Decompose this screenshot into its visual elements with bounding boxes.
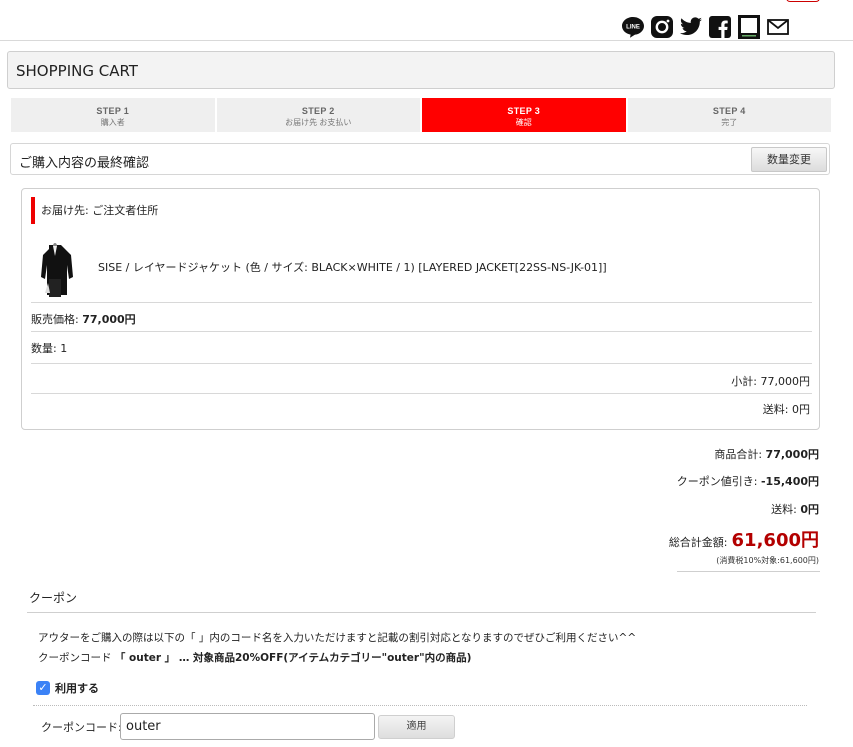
final-confirmation-bar: ご購入内容の最終確認 数量変更 <box>10 143 830 175</box>
apply-coupon-button[interactable]: 適用 <box>378 715 455 739</box>
instagram-icon[interactable] <box>649 14 675 40</box>
divider <box>31 331 812 332</box>
items-total: 商品合計: 77,000円 <box>714 446 819 462</box>
coupon-discount-label: クーポン値引き: <box>676 475 761 488</box>
step-label: 確認 <box>515 118 532 127</box>
social-links: LINE <box>620 14 791 40</box>
step-label: 購入者 <box>100 118 125 127</box>
svg-text:LINE: LINE <box>626 25 640 31</box>
divider <box>27 612 816 613</box>
mail-icon[interactable] <box>765 14 791 40</box>
step-number: STEP 1 <box>96 106 130 116</box>
order-details: お届け先: ご注文者住所 SISE / レイヤードジャケット (色 / サイズ:… <box>21 188 820 430</box>
section-title: ご購入内容の最終確認 <box>19 156 150 171</box>
checkout-steps: STEP 1 購入者 STEP 2 お届け先 お支払い STEP 3 確認 ST… <box>11 98 831 132</box>
step-label: 完了 <box>721 118 738 127</box>
quantity-row: 数量: 1 <box>31 342 68 355</box>
divider <box>677 571 820 572</box>
top-bar: LINE <box>0 0 853 41</box>
coupon-discount: クーポン値引き: -15,400円 <box>677 473 819 489</box>
divider <box>31 393 812 394</box>
step-4: STEP 4 完了 <box>627 98 831 132</box>
grand-total-label: 総合計金額: <box>668 536 728 549</box>
coupon-code-label: クーポンコード: <box>41 721 122 734</box>
total-shipping: 送料: 0円 <box>771 501 819 517</box>
delivery-destination: お届け先: ご注文者住所 <box>31 197 158 224</box>
coupon-description: アウターをご購入の際は以下の「 」内のコード名を入力いただけますと記載の割引対応… <box>38 628 636 668</box>
step-number: STEP 3 <box>507 106 541 116</box>
blog-icon[interactable] <box>736 14 762 40</box>
use-coupon-checkbox[interactable]: ✓ <box>36 681 50 695</box>
subtotal: 小計: 77,000円 <box>731 375 810 388</box>
use-coupon-label: 利用する <box>55 682 99 695</box>
shopping-cart-header: SHOPPING CART <box>7 51 835 89</box>
grand-total-value: 61,600円 <box>731 530 819 551</box>
dotted-divider <box>33 705 807 706</box>
use-coupon-row: ✓ 利用する <box>36 680 99 696</box>
price-value: 77,000円 <box>82 313 136 326</box>
twitter-icon[interactable] <box>678 14 704 40</box>
step-number: STEP 2 <box>301 106 335 116</box>
divider <box>31 302 812 303</box>
divider <box>31 363 812 364</box>
grand-total: 総合計金額: 61,600円 <box>669 526 819 552</box>
items-total-value: 77,000円 <box>765 448 819 461</box>
price-row: 販売価格: 77,000円 <box>31 311 136 327</box>
price-label: 販売価格: <box>31 313 83 326</box>
product-name: SISE / レイヤードジャケット (色 / サイズ: BLACK×WHITE … <box>98 261 607 274</box>
items-total-label: 商品合計: <box>714 448 766 461</box>
tax-note: (消費税10%対象:61,600円) <box>716 556 819 565</box>
facebook-icon[interactable] <box>707 14 733 40</box>
step-label: お届け先 お支払い <box>285 118 352 127</box>
step-number: STEP 4 <box>712 106 746 116</box>
step-2: STEP 2 お届け先 お支払い <box>216 98 420 132</box>
step-3: STEP 3 確認 <box>422 98 626 132</box>
coupon-code-input[interactable]: outer <box>120 713 375 740</box>
page-title: SHOPPING CART <box>16 62 138 80</box>
shipping-fee: 送料: 0円 <box>762 403 810 416</box>
coupon-discount-value: -15,400円 <box>760 475 819 488</box>
header-tab-corner[interactable] <box>786 0 820 2</box>
product-row: SISE / レイヤードジャケット (色 / サイズ: BLACK×WHITE … <box>31 239 811 297</box>
change-quantity-button[interactable]: 数量変更 <box>751 147 827 172</box>
coupon-code-line: クーポンコード 「 outer 」 … 対象商品20%OFF(アイテムカテゴリー… <box>38 648 636 668</box>
product-thumbnail[interactable] <box>35 239 75 297</box>
total-shipping-label: 送料: <box>771 503 801 516</box>
coupon-section-title: クーポン <box>29 591 78 605</box>
coupon-code-detail: 「 outer 」 … 対象商品20%OFF(アイテムカテゴリー"outer"内… <box>114 652 472 664</box>
step-1: STEP 1 購入者 <box>11 98 215 132</box>
coupon-code-prefix: クーポンコード <box>38 652 115 664</box>
line-icon[interactable]: LINE <box>620 14 646 40</box>
total-shipping-value: 0円 <box>800 503 819 516</box>
coupon-description-line: アウターをご購入の際は以下の「 」内のコード名を入力いただけますと記載の割引対応… <box>38 632 637 644</box>
